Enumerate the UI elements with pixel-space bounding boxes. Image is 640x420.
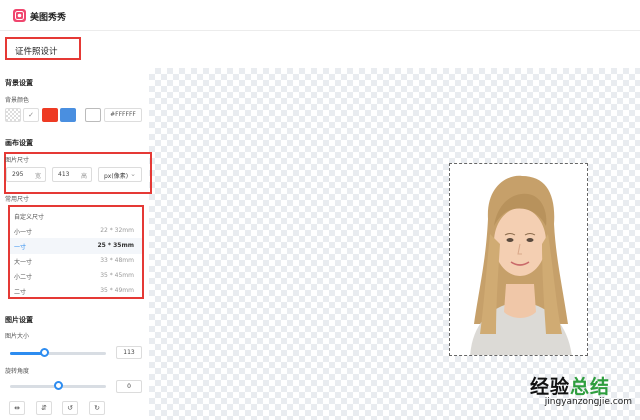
watermark: 经验总结 [530, 372, 610, 399]
portrait-illustration [450, 164, 587, 355]
page-title: 证件照设计 [15, 47, 58, 57]
swatch-blue[interactable] [60, 108, 76, 122]
image-size-value[interactable]: 113 [116, 346, 142, 359]
preset-dims: 35 * 45mm [100, 272, 134, 279]
image-size-slider[interactable] [10, 348, 106, 357]
hex-color-input[interactable]: #FFFFFF [104, 108, 142, 122]
unit-select[interactable]: px(像素) ⌄ [98, 167, 142, 182]
slider-handle[interactable] [40, 348, 50, 357]
width-value: 295 [12, 171, 24, 178]
id-photo-preview[interactable] [449, 163, 588, 356]
app-logo-icon [13, 9, 26, 22]
swatch-red[interactable] [42, 108, 58, 122]
image-size-slider-label: 图片大小 [5, 333, 30, 340]
height-unit: 高 [80, 173, 87, 180]
unit-value: px(像素) [104, 173, 129, 180]
watermark-text: 经验 [529, 376, 570, 398]
preset-dims: 35 * 49mm [100, 287, 134, 294]
preset-name: 小一寸 [14, 229, 33, 236]
flip-horizontal-icon[interactable]: ⇹ [9, 401, 25, 415]
preset-item-2inch[interactable]: 二寸 35 * 49mm [10, 283, 142, 299]
watermark-text-green: 总结 [569, 376, 610, 398]
preset-name: 自定义尺寸 [14, 214, 45, 221]
background-section-title: 背景设置 [5, 79, 33, 87]
rotation-label: 旋转角度 [5, 368, 30, 375]
preset-item-1inch[interactable]: 一寸 25 * 35mm [10, 238, 142, 254]
width-unit: 宽 [34, 173, 41, 180]
preset-dims: 22 * 32mm [100, 227, 134, 234]
preset-item-large-1inch[interactable]: 大一寸 33 * 48mm [10, 253, 142, 269]
height-input[interactable]: 413 高 [52, 167, 92, 182]
preset-dims: 25 * 35mm [97, 242, 134, 249]
image-size-label: 图片尺寸 [5, 157, 30, 164]
background-color-label: 背景颜色 [5, 97, 30, 104]
preset-name: 二寸 [14, 289, 27, 296]
chevron-down-icon: ⌄ [130, 170, 136, 178]
rotation-value[interactable]: 0 [116, 380, 142, 393]
watermark-url: jingyanzongjie.com [544, 397, 632, 407]
preset-size-list: 自定义尺寸 小一寸 22 * 32mm 一寸 25 * 35mm 大一寸 33 … [8, 205, 144, 299]
preset-item-custom[interactable]: 自定义尺寸 [10, 208, 142, 224]
page-title-box: 证件照设计 [5, 37, 81, 60]
presets-label: 常用尺寸 [5, 196, 30, 203]
preset-name: 一寸 [14, 244, 27, 251]
image-section-title: 图片设置 [5, 316, 33, 324]
custom-color-picker[interactable] [85, 108, 101, 122]
swatch-transparent[interactable] [5, 108, 21, 122]
rotate-right-icon[interactable]: ↻ [89, 401, 105, 415]
rotation-slider[interactable] [10, 381, 106, 390]
flip-vertical-icon[interactable]: ⇵ [36, 401, 52, 415]
preset-item-small-2inch[interactable]: 小二寸 35 * 45mm [10, 268, 142, 284]
check-icon: ✓ [28, 111, 34, 119]
app-brand: 美图秀秀 [30, 13, 67, 23]
width-input[interactable]: 295 宽 [6, 167, 46, 182]
preset-item-small-1inch[interactable]: 小一寸 22 * 32mm [10, 223, 142, 239]
swatch-white-selected[interactable]: ✓ [23, 108, 39, 122]
preset-name: 大一寸 [14, 259, 33, 266]
rotate-left-icon[interactable]: ↺ [62, 401, 78, 415]
top-bar: 美图秀秀 [0, 0, 640, 31]
slider-handle[interactable] [53, 381, 63, 390]
canvas-section-title: 画布设置 [5, 139, 33, 147]
preset-dims: 33 * 48mm [100, 257, 134, 264]
preset-name: 小二寸 [14, 274, 33, 281]
height-value: 413 [58, 171, 70, 178]
